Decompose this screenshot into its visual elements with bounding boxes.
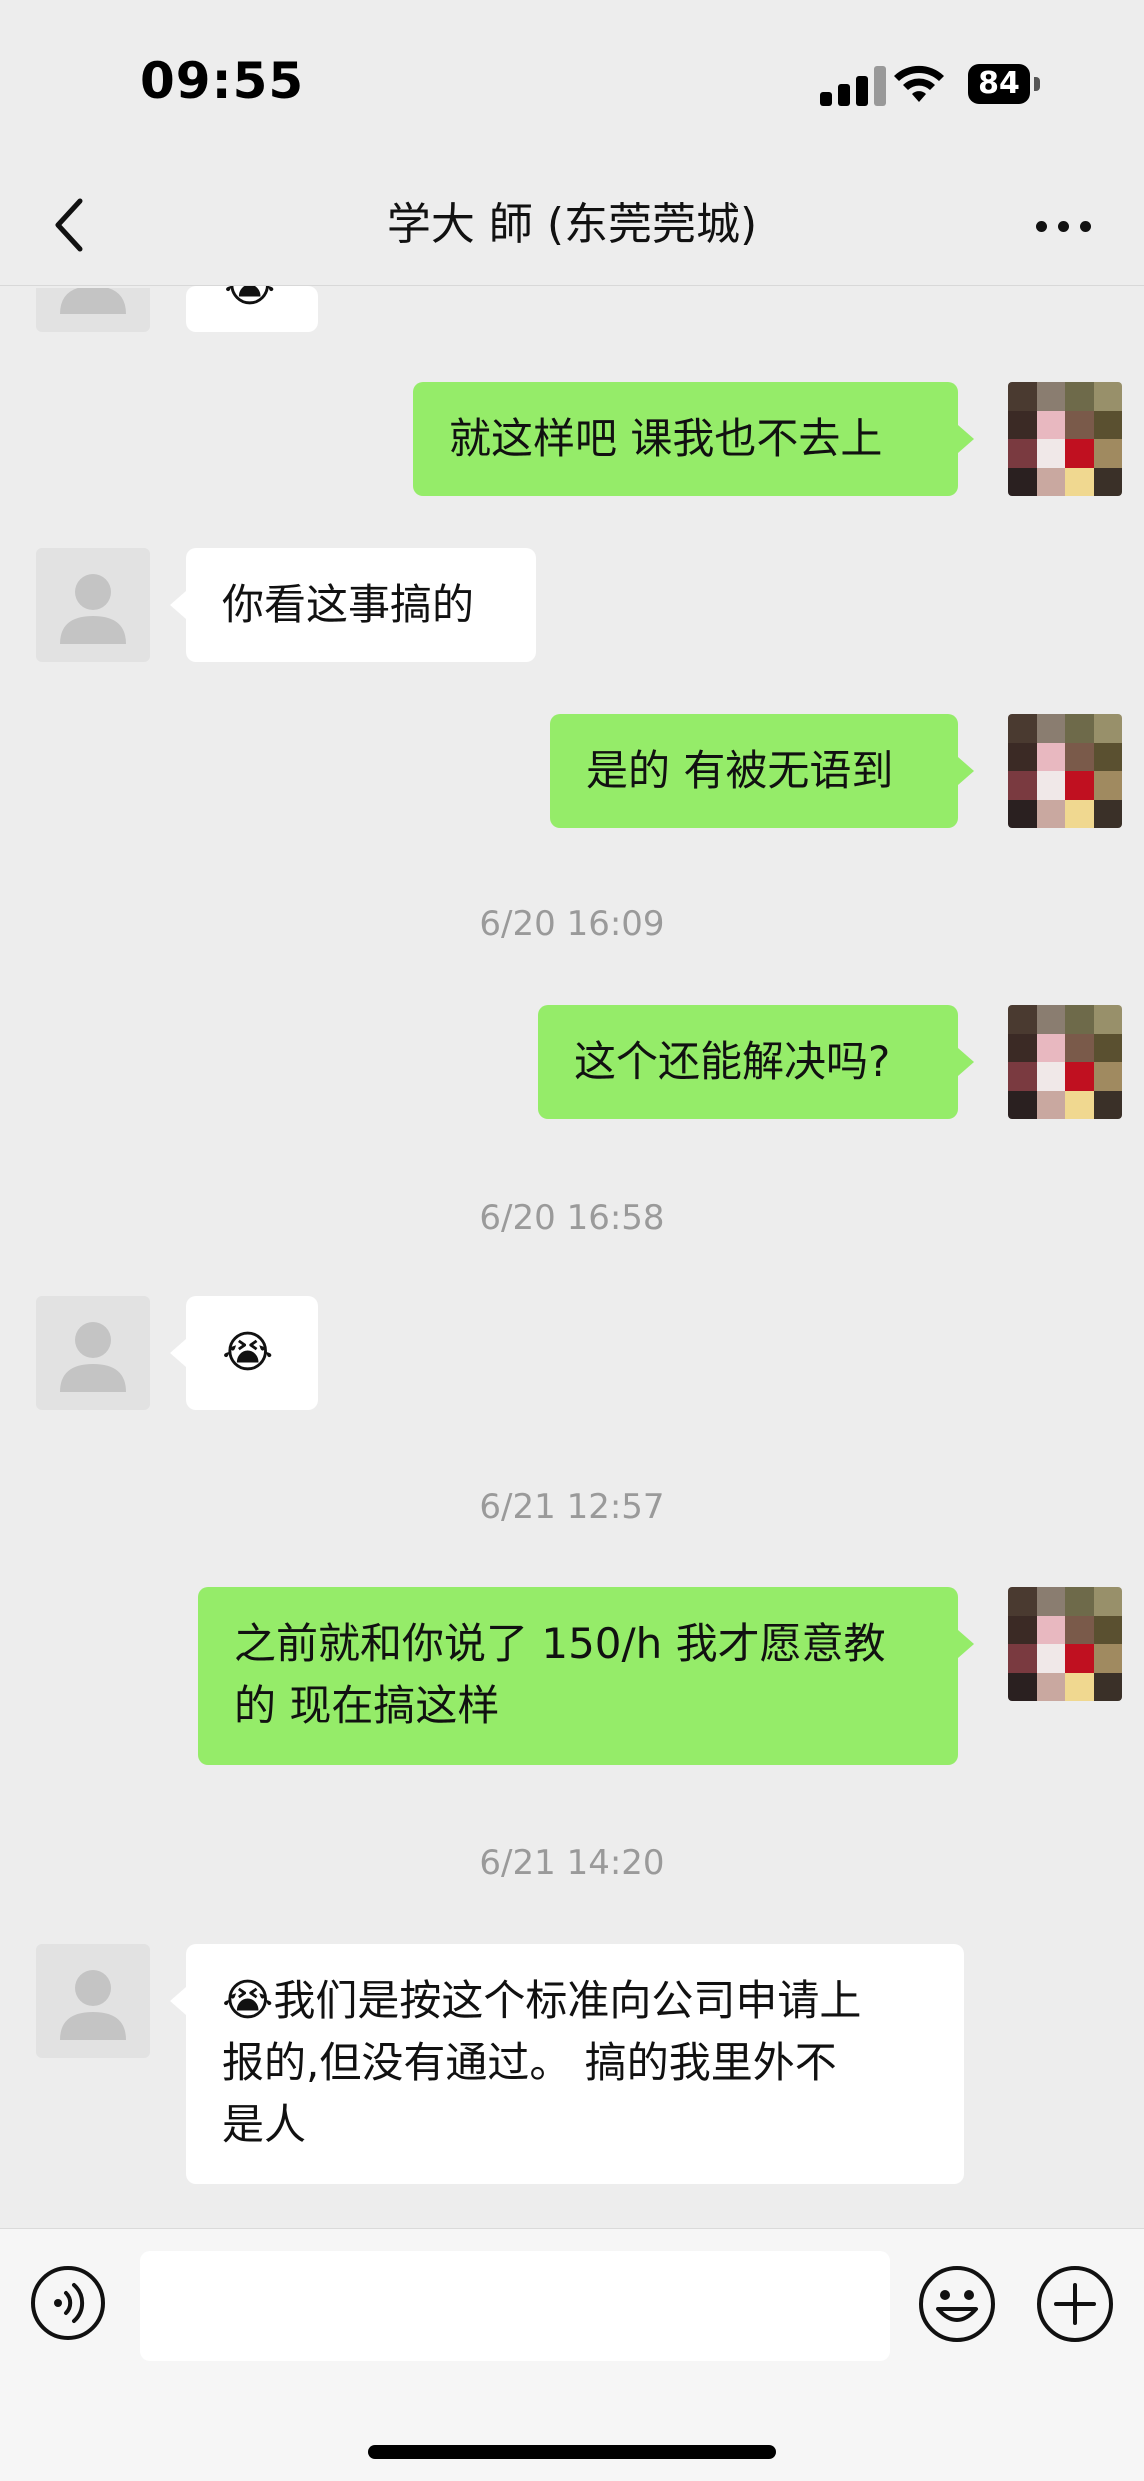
input-bar <box>0 2228 1144 2481</box>
contact-avatar[interactable] <box>36 1296 150 1410</box>
signal-icon <box>820 66 900 106</box>
message-text-line: 之前就和你说了 150/h 我才愿意教 <box>234 1619 886 1668</box>
voice-icon[interactable] <box>30 2265 106 2341</box>
crying-emoji: 😭 <box>224 286 276 312</box>
emoji-icon[interactable] <box>918 2265 996 2343</box>
message-text-line: 😭我们是按这个标准向公司申请上 <box>222 1970 928 2032</box>
message-text: 就这样吧 课我也不去上 <box>449 414 883 463</box>
bubble-tail <box>958 425 974 453</box>
bubble-tail <box>170 591 186 619</box>
chat-title[interactable]: 学大 師 (东莞莞城) <box>0 195 1144 255</box>
contact-avatar[interactable] <box>36 548 150 662</box>
crying-emoji: 😭 <box>222 1327 274 1378</box>
message-bubble-outgoing[interactable]: 是的 有被无语到 <box>550 714 958 828</box>
timestamp: 6/21 14:20 <box>479 1843 665 1883</box>
message-bubble-outgoing[interactable]: 就这样吧 课我也不去上 <box>413 382 958 496</box>
message-bubble-incoming[interactable]: 😭我们是按这个标准向公司申请上 报的,但没有通过。 搞的我里外不 是人 <box>186 1944 964 2184</box>
chat-header: 学大 師 (东莞莞城) <box>0 165 1144 286</box>
timestamp: 6/20 16:09 <box>479 904 665 944</box>
bubble-tail <box>170 1339 186 1367</box>
message-text: 这个还能解决吗? <box>574 1037 891 1086</box>
home-indicator <box>368 2445 776 2459</box>
battery-indicator: 84 <box>968 64 1030 104</box>
bubble-tail <box>958 757 974 785</box>
message-bubble-outgoing[interactable]: 之前就和你说了 150/h 我才愿意教 的 现在搞这样 <box>198 1587 958 1765</box>
message-input[interactable] <box>140 2251 890 2361</box>
message-text: 是的 有被无语到 <box>586 746 894 795</box>
status-time: 09:55 <box>140 52 305 110</box>
crying-emoji: 😭 <box>222 1975 274 2026</box>
bubble-tail <box>958 1630 974 1658</box>
bubble-tail <box>170 1987 186 2015</box>
contact-avatar[interactable] <box>36 1944 150 2058</box>
self-avatar[interactable] <box>1008 382 1122 496</box>
message-bubble-incoming[interactable]: 😭 <box>186 286 318 332</box>
plus-icon[interactable] <box>1036 2265 1114 2343</box>
self-avatar[interactable] <box>1008 714 1122 828</box>
battery-tip <box>1034 77 1040 91</box>
message-text-line: 是人 <box>222 2100 307 2149</box>
message-bubble-outgoing[interactable]: 这个还能解决吗? <box>538 1005 958 1119</box>
wifi-icon <box>894 65 944 102</box>
message-text-line: 报的,但没有通过。 搞的我里外不 <box>222 2038 837 2087</box>
message-bubble-incoming[interactable]: 😭 <box>186 1296 318 1410</box>
timestamp: 6/20 16:58 <box>479 1198 665 1238</box>
more-dots-icon[interactable] <box>1036 221 1092 233</box>
message-text-line: 的 现在搞这样 <box>234 1681 500 1730</box>
message-text: 你看这事搞的 <box>222 580 475 629</box>
message-text: 我们是按这个标准向公司申请上 <box>273 1976 862 2025</box>
bubble-tail <box>958 1048 974 1076</box>
timestamp: 6/21 12:57 <box>479 1487 665 1527</box>
self-avatar[interactable] <box>1008 1005 1122 1119</box>
message-bubble-incoming[interactable]: 你看这事搞的 <box>186 548 536 662</box>
self-avatar[interactable] <box>1008 1587 1122 1701</box>
